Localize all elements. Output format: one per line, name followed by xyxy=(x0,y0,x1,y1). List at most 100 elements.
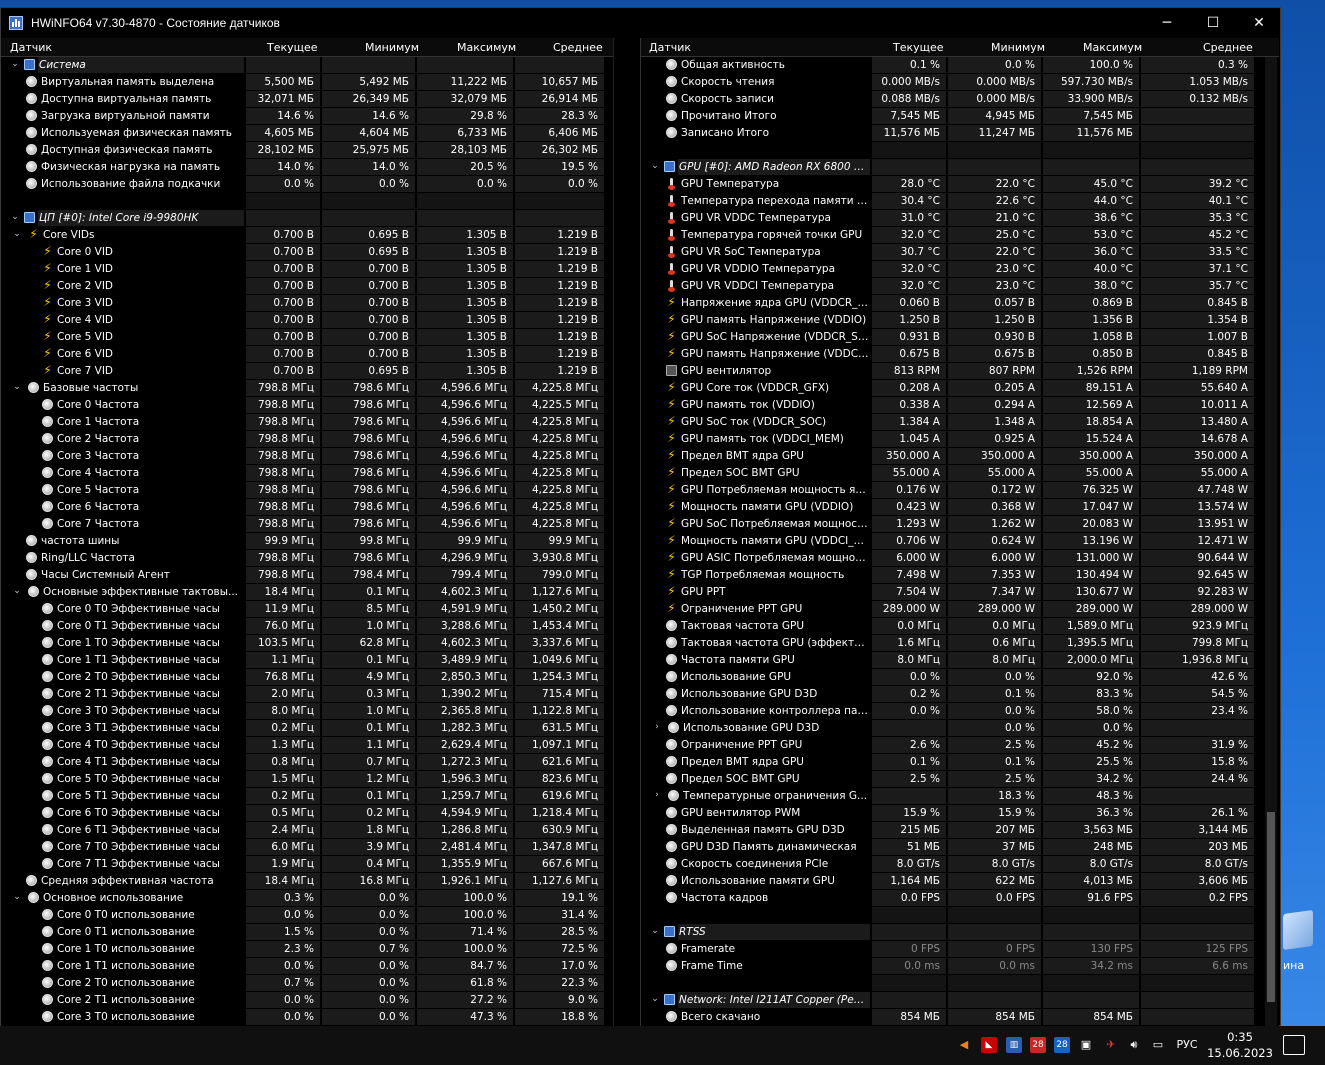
col-sensor-header[interactable]: Датчик xyxy=(649,41,691,54)
sensor-row[interactable]: Core 1 T1 Эффективные часы 1.1 МГц 0.1 МГц… xyxy=(1,652,613,669)
volume-icon[interactable]: 🔊︎ xyxy=(1126,1036,1142,1054)
sensor-row[interactable]: Core 7 T0 Эффективные часы 6.0 МГц 3.9 МГц… xyxy=(1,839,613,856)
sensor-row[interactable]: Ring/LLC Частота 798.8 МГц 798.6 МГц 4,296.… xyxy=(1,550,613,567)
sensor-row[interactable]: GPU вентилятор PWM 15.9 % 15.9 % 36.3 % 26.1… xyxy=(641,805,1279,822)
expand-toggle-icon[interactable]: ⌄ xyxy=(12,892,22,902)
col-max-header[interactable]: Максимум xyxy=(457,41,516,54)
sensor-row[interactable]: Записано Итого 11,576 МБ 11,247 МБ 11,576 М… xyxy=(641,125,1279,142)
notification-center-icon[interactable] xyxy=(1283,1035,1305,1055)
sensor-row[interactable]: Core 6 Частота 798.8 МГц 798.6 МГц 4,596.6 … xyxy=(1,499,613,516)
expand-toggle-icon[interactable]: ⌄ xyxy=(12,229,22,239)
expand-toggle-icon[interactable]: › xyxy=(652,790,662,800)
col-max-header[interactable]: Максимум xyxy=(1083,41,1142,54)
sensor-row[interactable]: ⚡ GPU SoC ток (VDDCR_SOC) 1.384 A 1.348 A 18… xyxy=(641,414,1279,431)
col-avg-header[interactable]: Среднее xyxy=(1203,41,1253,54)
speaker-warning-icon[interactable]: ◀ xyxy=(957,1036,971,1054)
sensor-row[interactable]: Core 4 T0 Эффективные часы 1.3 МГц 1.1 МГц… xyxy=(1,737,613,754)
sensor-row[interactable]: ⚡ Core 0 VID 0.700 В 0.695 В 1.305 В 1.219 В xyxy=(1,244,613,261)
sensor-row[interactable]: Core 5 Частота 798.8 МГц 798.6 МГц 4,596.6 … xyxy=(1,482,613,499)
sensor-row[interactable]: ⚡ Предел ВМТ ядра GPU 350.000 A 350.000 A 35… xyxy=(641,448,1279,465)
sensor-row[interactable]: Прочитано Итого 7,545 МБ 4,945 МБ 7,545 МБ xyxy=(641,108,1279,125)
sensor-row[interactable]: Core 1 T1 использование 0.0 % 0.0 % 84.7 % 1… xyxy=(1,958,613,975)
sensor-row[interactable]: Выделенная память GPU D3D 215 МБ 207 МБ 3,5… xyxy=(641,822,1279,839)
sensor-row[interactable]: Использование файла подкачки 0.0 % 0.0 % 0.… xyxy=(1,176,613,193)
sensor-row[interactable]: Core 7 Частота 798.8 МГц 798.6 МГц 4,596.6 … xyxy=(1,516,613,533)
sensor-group-header[interactable]: ⌄ ЦП [#0]: Intel Core i9-9980HK xyxy=(1,210,613,227)
sensor-row[interactable]: Доступна виртуальная память 32,071 МБ 26,3… xyxy=(1,91,613,108)
sensor-row[interactable]: Ограничение PPT GPU 2.6 % 2.5 % 45.2 % 31.9 … xyxy=(641,737,1279,754)
collapse-toggle-icon[interactable]: ⌄ xyxy=(650,926,660,936)
sensor-row[interactable]: Core 2 T0 Эффективные часы 76.8 МГц 4.9 МГ… xyxy=(1,669,613,686)
sensor-group-header[interactable]: ⌄ Network: Intel I211AT Copper (Pear... xyxy=(641,992,1279,1009)
sensor-row[interactable]: Виртуальная память выделена 5,500 МБ 5,492… xyxy=(1,74,613,91)
sensor-row[interactable]: Тактовая частота GPU 0.0 МГц 0.0 МГц 1,589.… xyxy=(641,618,1279,635)
sensor-row[interactable]: ⚡ Мощность памяти GPU (VDDIO) 0.423 W 0.368… xyxy=(641,499,1279,516)
sensor-row[interactable]: ⌄ ⚡ Core VIDs 0.700 В 0.695 В 1.305 В 1.219 В xyxy=(1,227,613,244)
collapse-toggle-icon[interactable]: ⌄ xyxy=(10,59,20,69)
collapse-toggle-icon[interactable]: ⌄ xyxy=(650,161,660,171)
collapse-toggle-icon[interactable]: ⌄ xyxy=(650,994,660,1004)
sensor-row[interactable]: Core 3 T1 Эффективные часы 0.2 МГц 0.1 МГц… xyxy=(1,720,613,737)
sensor-row[interactable]: частота шины 99.9 МГц 99.8 МГц 99.9 МГц 99.9… xyxy=(1,533,613,550)
recycle-bin-icon[interactable] xyxy=(1283,909,1313,951)
sensor-group-header[interactable]: ⌄ RTSS xyxy=(641,924,1279,941)
sensor-row[interactable]: ⚡ GPU память Напряжение (VDDCI_... 0.675 В… xyxy=(641,346,1279,363)
sensor-row[interactable]: Предел ВМТ ядра GPU 0.1 % 0.1 % 25.5 % 15.8 … xyxy=(641,754,1279,771)
sensor-row[interactable]: GPU VR VDDIO Температура 32.0 °C 23.0 °C 40… xyxy=(641,261,1279,278)
sensor-row[interactable]: ⌄ Базовые частоты 798.8 МГц 798.6 МГц 4,596.… xyxy=(1,380,613,397)
sensor-row[interactable]: ⚡ Мощность памяти GPU (VDDCI_MEM) 0.706 W0… xyxy=(641,533,1279,550)
sensor-row[interactable]: Core 0 T0 Эффективные часы 11.9 МГц 8.5 МГ… xyxy=(1,601,613,618)
sensor-row[interactable]: › Температурные ограничения G... 18.3 % 48.… xyxy=(641,788,1279,805)
col-min-header[interactable]: Минимум xyxy=(365,41,419,54)
sensor-row[interactable]: Скорость чтения 0.000 MB/s 0.000 MB/s 597.7… xyxy=(641,74,1279,91)
temp-badge-1[interactable]: 28 xyxy=(1030,1037,1046,1053)
expand-toggle-icon[interactable]: ⌄ xyxy=(12,382,22,392)
sensor-row[interactable]: Core 1 T0 Эффективные часы 103.5 МГц 62.8 … xyxy=(1,635,613,652)
sensor-row[interactable]: Frame Time 0.0 ms 0.0 ms 34.2 ms 6.6 ms xyxy=(641,958,1279,975)
sensor-row[interactable]: Core 3 Частота 798.8 МГц 798.6 МГц 4,596.6 … xyxy=(1,448,613,465)
col-current-header[interactable]: Текущее xyxy=(893,41,944,54)
sensor-group-header[interactable]: ⌄ GPU [#0]: AMD Radeon RX 6800 XT: xyxy=(641,159,1279,176)
sensor-row[interactable]: Используемая физическая память 4,605 МБ 4,… xyxy=(1,125,613,142)
sensor-row[interactable]: ⚡ GPU ASIC Потребляемая мощность 6.000 W 6.… xyxy=(641,550,1279,567)
sensor-row[interactable]: ⚡ GPU PPT 7.504 W 7.347 W 130.677 W 92.283 W xyxy=(641,584,1279,601)
sensor-row[interactable]: GPU VR VDDC Температура 31.0 °C 21.0 °C 38.… xyxy=(641,210,1279,227)
sensor-row[interactable]: Core 7 T1 Эффективные часы 1.9 МГц 0.4 МГц… xyxy=(1,856,613,873)
sensor-row[interactable]: Core 1 T0 использование 2.3 % 0.7 % 100.0 %… xyxy=(1,941,613,958)
sensor-row[interactable]: Использование GPU 0.0 % 0.0 % 92.0 % 42.6 % xyxy=(641,669,1279,686)
sensor-row[interactable]: ⚡ Core 2 VID 0.700 В 0.700 В 1.305 В 1.219 В xyxy=(1,278,613,295)
col-min-header[interactable]: Минимум xyxy=(991,41,1045,54)
vertical-scrollbar[interactable] xyxy=(1265,57,1277,1027)
hwinfo-tray-icon[interactable]: ▥ xyxy=(1006,1037,1022,1053)
sensor-row[interactable]: Core 0 T0 использование 0.0 % 0.0 % 100.0 %… xyxy=(1,907,613,924)
sensor-row[interactable]: Температура горячей точки GPU 32.0 °C 25.0… xyxy=(641,227,1279,244)
msi-afterburner-icon[interactable]: ✈ xyxy=(1103,1036,1119,1054)
sensor-row[interactable]: ⚡ GPU SoC Напряжение (VDDCR_SOC) 0.931 В 0.… xyxy=(641,329,1279,346)
sensor-row[interactable]: ⚡ GPU SoC Потребляемая мощность ... 1.293 … xyxy=(641,516,1279,533)
expand-toggle-icon[interactable]: ⌄ xyxy=(12,586,22,596)
amd-icon[interactable]: ◣ xyxy=(981,1037,997,1053)
sensor-row[interactable]: Core 1 Частота 798.8 МГц 798.6 МГц 4,596.6 … xyxy=(1,414,613,431)
clock[interactable]: 0:35 15.06.2023 xyxy=(1205,1029,1275,1061)
temp-badge-2[interactable]: 28 xyxy=(1054,1037,1070,1053)
panel-splitter[interactable] xyxy=(613,38,641,1026)
sensor-row[interactable]: ⚡ GPU память Напряжение (VDDIO) 1.250 В 1.2… xyxy=(641,312,1279,329)
sensor-row[interactable]: Core 2 T0 использование 0.7 % 0.0 % 61.8 % 2… xyxy=(1,975,613,992)
scrollbar-thumb[interactable] xyxy=(1267,812,1275,1002)
sensor-row[interactable]: Core 6 T1 Эффективные часы 2.4 МГц 1.8 МГц… xyxy=(1,822,613,839)
sensor-row[interactable]: Тактовая частота GPU (эффектив... 1.6 МГц… xyxy=(641,635,1279,652)
sensor-row[interactable]: Часы Системный Агент 798.8 МГц 798.4 МГц 79… xyxy=(1,567,613,584)
sensor-row[interactable]: GPU VR VDDCI Температура 32.0 °C 23.0 °C 38… xyxy=(641,278,1279,295)
expand-toggle-icon[interactable]: › xyxy=(652,722,662,732)
sensor-row[interactable]: Предел SOC ВМТ GPU 2.5 % 2.5 % 34.2 % 24.4 % xyxy=(641,771,1279,788)
sensor-row[interactable]: Core 2 T1 Эффективные часы 2.0 МГц 0.3 МГц… xyxy=(1,686,613,703)
sensor-row[interactable]: ⚡ Core 7 VID 0.700 В 0.695 В 1.305 В 1.219 В xyxy=(1,363,613,380)
sensor-row[interactable]: Core 0 Частота 798.8 МГц 798.6 МГц 4,596.6 … xyxy=(1,397,613,414)
sensor-row[interactable]: ⚡ GPU Потребляемая мощность ядр... 0.176 W… xyxy=(641,482,1279,499)
sensor-row[interactable]: Framerate 0 FPS 0 FPS 130 FPS 125 FPS xyxy=(641,941,1279,958)
sensor-row[interactable]: Частота кадров 0.0 FPS 0.0 FPS 91.6 FPS 0.2 … xyxy=(641,890,1279,907)
sensor-row[interactable]: Core 4 Частота 798.8 МГц 798.6 МГц 4,596.6 … xyxy=(1,465,613,482)
sensor-row[interactable]: Средняя эффективная частота 18.4 МГц 16.8 … xyxy=(1,873,613,890)
sensor-row[interactable]: Использование контроллера памя... 0.0 % 0.… xyxy=(641,703,1279,720)
sensor-row[interactable]: Доступная физическая память 28,102 МБ 25,9… xyxy=(1,142,613,159)
